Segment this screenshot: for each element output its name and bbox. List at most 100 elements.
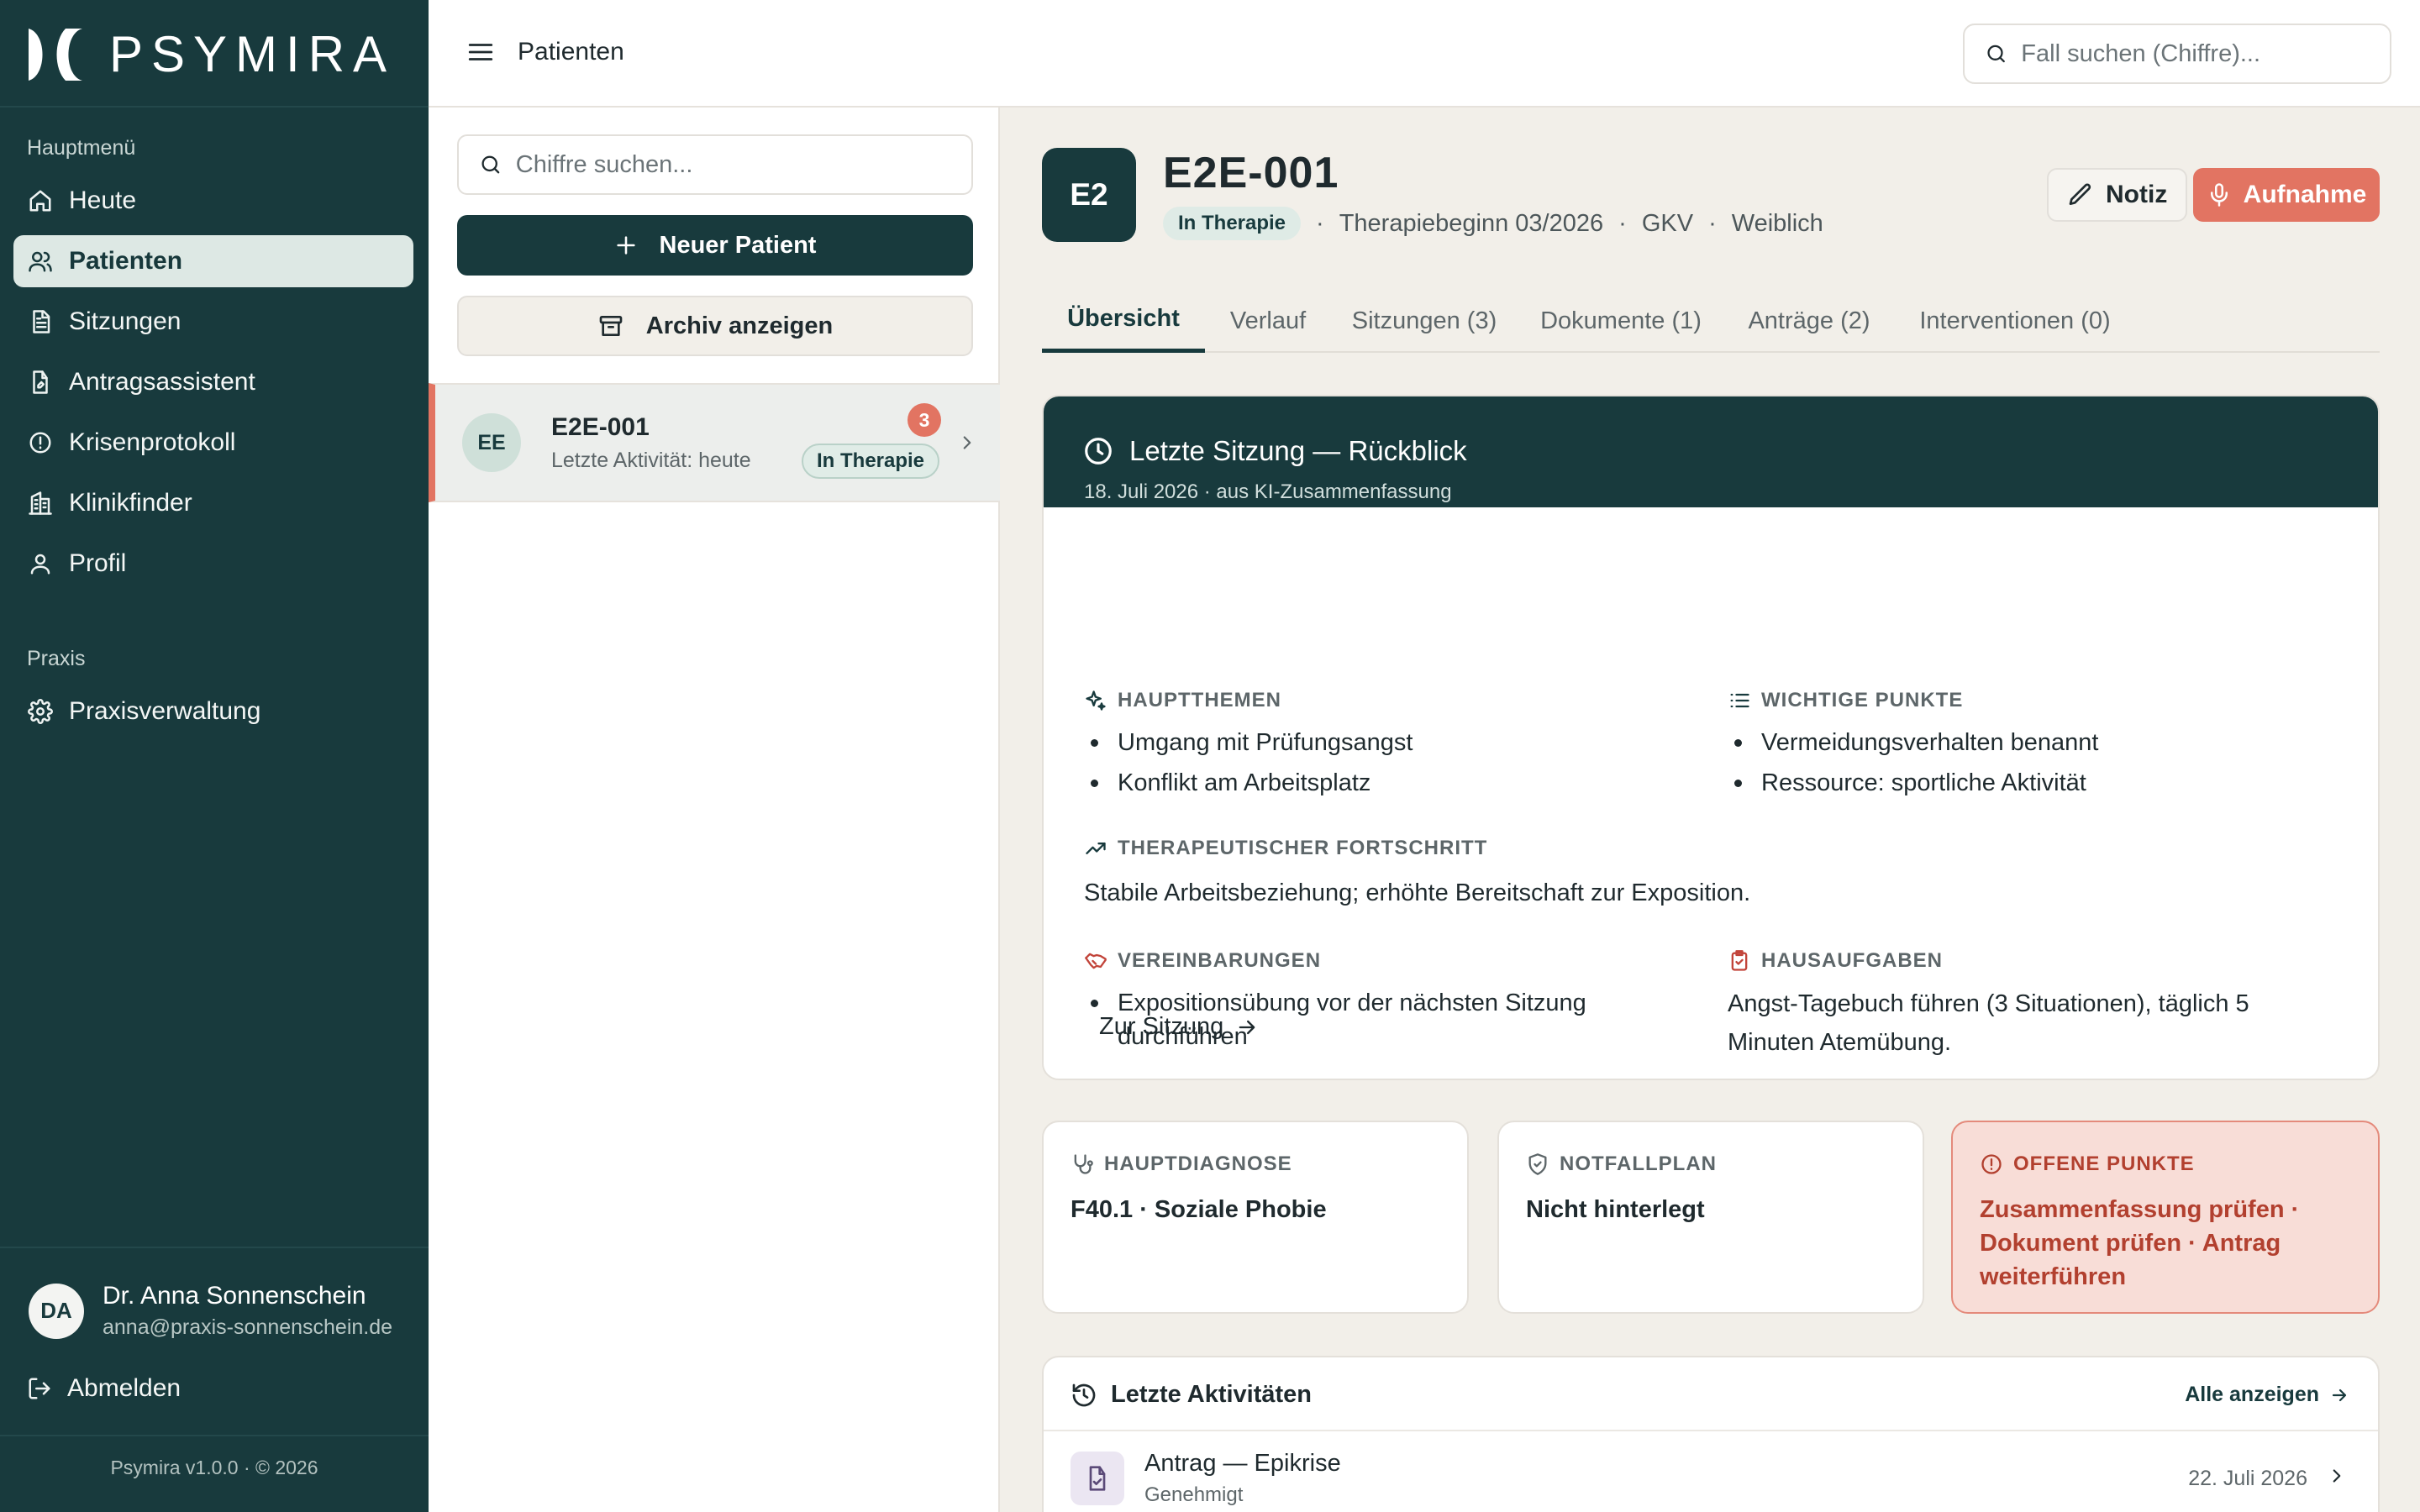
record-label: Aufnahme	[2243, 181, 2367, 208]
main-topics-list: Umgang mit Prüfungsangst Konflikt am Arb…	[1084, 726, 1413, 806]
sidebar-item-profil[interactable]: Profil	[13, 538, 413, 590]
homework-text: Angst-Tagebuch führen (3 Situationen), t…	[1728, 990, 2249, 1056]
list-item: Umgang mit Prüfungsangst	[1084, 726, 1413, 759]
logo-mark-icon	[29, 29, 82, 81]
tab-antraege[interactable]: Anträge (2)	[1724, 289, 1894, 353]
plus-icon	[614, 234, 638, 257]
search-icon	[481, 155, 500, 174]
sidebar-item-label: Sitzungen	[69, 307, 182, 335]
separator: ·	[1618, 209, 1627, 237]
go-to-session-link[interactable]: Zur Sitzung	[1099, 1013, 1259, 1041]
homework-label: HAUSAUFGABEN	[1728, 949, 1943, 973]
list-item: Ressource: sportliche Aktivität	[1728, 766, 2098, 800]
patient-chiffre: E2E-001	[551, 413, 650, 441]
patient-last-activity: Letzte Aktivität: heute	[551, 449, 751, 472]
user-email: anna@praxis-sonnenschein.de	[103, 1315, 393, 1339]
chiffre-search[interactable]	[457, 134, 973, 195]
sidebar-item-label: Antragsassistent	[69, 368, 255, 396]
emergency-plan-card[interactable]: NOTFALLPLAN Nicht hinterlegt	[1497, 1121, 1924, 1314]
user-name: Dr. Anna Sonnenschein	[103, 1282, 366, 1310]
case-search-input[interactable]	[2021, 39, 2390, 68]
main-diagnosis-card[interactable]: HAUPTDIAGNOSE F40.1 · Soziale Phobie	[1042, 1121, 1469, 1314]
emergency-plan-label: NOTFALLPLAN	[1526, 1152, 1717, 1176]
sidebar-section-practice: Praxis	[27, 647, 86, 670]
activity-row[interactable]: Antrag — Epikrise Genehmigt 22. Juli 202…	[1044, 1433, 2378, 1512]
gear-icon	[27, 698, 54, 725]
main-diagnosis-label: HAUPTDIAGNOSE	[1071, 1152, 1292, 1176]
list-item: Vermeidungsverhalten benannt	[1728, 726, 2098, 759]
progress-text: Stabile Arbeitsbeziehung; erhöhte Bereit…	[1084, 879, 1751, 906]
sidebar-item-krisenprotokoll[interactable]: Krisenprotokoll	[13, 417, 413, 469]
open-items-value: Zusammenfassung prüfen · Dokument prüfen…	[1980, 1196, 2300, 1290]
sidebar-item-klinikfinder[interactable]: Klinikfinder	[13, 477, 413, 529]
record-button[interactable]: Aufnahme	[2193, 168, 2380, 222]
key-points-list: Vermeidungsverhalten benannt Ressource: …	[1728, 726, 2098, 806]
case-search[interactable]	[1963, 24, 2391, 84]
logout-button[interactable]: Abmelden	[27, 1374, 181, 1403]
patient-detail: E2 E2E-001 In Therapie · Therapiebeginn …	[1002, 108, 2420, 1512]
sidebar-item-heute[interactable]: Heute	[13, 175, 413, 227]
sidebar-item-label: Profil	[69, 549, 127, 577]
brand-name: PSYMIRA	[109, 26, 396, 82]
recent-activities-header: Letzte Aktivitäten Alle anzeigen	[1044, 1357, 2378, 1431]
chiffre-search-input[interactable]	[515, 150, 971, 179]
search-icon	[1987, 45, 2005, 63]
patient-list-item[interactable]: EE E2E-001 Letzte Aktivität: heute 3 In …	[429, 383, 1000, 502]
sparkles-icon	[1084, 689, 1107, 712]
tab-interventionen[interactable]: Interventionen (0)	[1894, 289, 2136, 353]
status-badge: In Therapie	[1163, 207, 1302, 240]
microphone-icon	[2207, 182, 2232, 207]
sidebar-item-patienten[interactable]: Patienten	[13, 235, 413, 287]
show-archive-button[interactable]: Archiv anzeigen	[457, 296, 973, 356]
hamburger-icon	[468, 44, 493, 60]
sidebar-divider	[0, 106, 429, 108]
review-header: Letzte Sitzung — Rückblick 18. Juli 2026…	[1044, 396, 2378, 507]
sidebar-item-label: Klinikfinder	[69, 489, 192, 517]
tab-uebersicht[interactable]: Übersicht	[1042, 289, 1205, 353]
add-note-label: Notiz	[2106, 181, 2168, 208]
menu-toggle-button[interactable]	[466, 37, 496, 67]
new-patient-label: Neuer Patient	[659, 231, 817, 259]
tab-verlauf[interactable]: Verlauf	[1205, 289, 1331, 353]
file-edit-icon	[27, 369, 54, 396]
brand-logo[interactable]: PSYMIRA	[25, 25, 395, 84]
show-archive-label: Archiv anzeigen	[645, 312, 834, 339]
alert-circle-icon	[27, 429, 54, 456]
tab-sitzungen[interactable]: Sitzungen (3)	[1331, 289, 1518, 353]
user-profile[interactable]: DA Dr. Anna Sonnenschein anna@praxis-son…	[29, 1282, 413, 1340]
sidebar-divider	[0, 1247, 429, 1248]
document-icon	[27, 308, 54, 335]
sidebar-item-label: Heute	[69, 186, 137, 214]
review-title: Letzte Sitzung — Rückblick	[1129, 435, 1467, 466]
show-all-activities-link[interactable]: Alle anzeigen	[2185, 1383, 2349, 1407]
handshake-icon	[1084, 949, 1107, 973]
sidebar-item-label: Krisenprotokoll	[69, 428, 236, 456]
pencil-icon	[2067, 181, 2094, 208]
arrow-right-icon	[1235, 1016, 1259, 1039]
review-subtitle: 18. Juli 2026 · aus KI-Zusammenfassung	[1084, 480, 1452, 503]
main-topics-label: HAUPTTHEMEN	[1084, 689, 1281, 712]
tab-dokumente[interactable]: Dokumente (1)	[1518, 289, 1724, 353]
home-icon	[27, 187, 54, 214]
list-item: Konflikt am Arbeitsplatz	[1084, 766, 1413, 800]
recent-activities-card: Letzte Aktivitäten Alle anzeigen Antrag …	[1042, 1356, 2380, 1512]
topbar: Patienten	[429, 0, 2420, 108]
open-items-card[interactable]: OFFENE PUNKTE Zusammenfassung prüfen · D…	[1951, 1121, 2380, 1314]
main-diagnosis-value: F40.1 · Soziale Phobie	[1071, 1196, 1327, 1223]
sidebar-divider	[0, 1435, 429, 1436]
new-patient-button[interactable]: Neuer Patient	[457, 215, 973, 276]
trending-up-icon	[1084, 837, 1107, 860]
add-note-button[interactable]: Notiz	[2047, 168, 2188, 222]
chevron-right-icon	[956, 432, 978, 454]
sidebar-item-praxisverwaltung[interactable]: Praxisverwaltung	[13, 685, 413, 738]
stethoscope-icon	[1071, 1152, 1094, 1176]
patient-detail-title: E2E-001	[1163, 149, 1339, 197]
page-title: Patienten	[518, 38, 624, 66]
activity-title: Antrag — Epikrise	[1144, 1450, 1341, 1477]
sidebar-item-label: Patienten	[69, 247, 183, 275]
sidebar-item-antragsassistent[interactable]: Antragsassistent	[13, 356, 413, 408]
sidebar-item-sitzungen[interactable]: Sitzungen	[13, 296, 413, 348]
recent-activities-title: Letzte Aktivitäten	[1111, 1381, 1313, 1408]
open-items-label: OFFENE PUNKTE	[1980, 1152, 2195, 1176]
logout-icon	[27, 1376, 52, 1401]
